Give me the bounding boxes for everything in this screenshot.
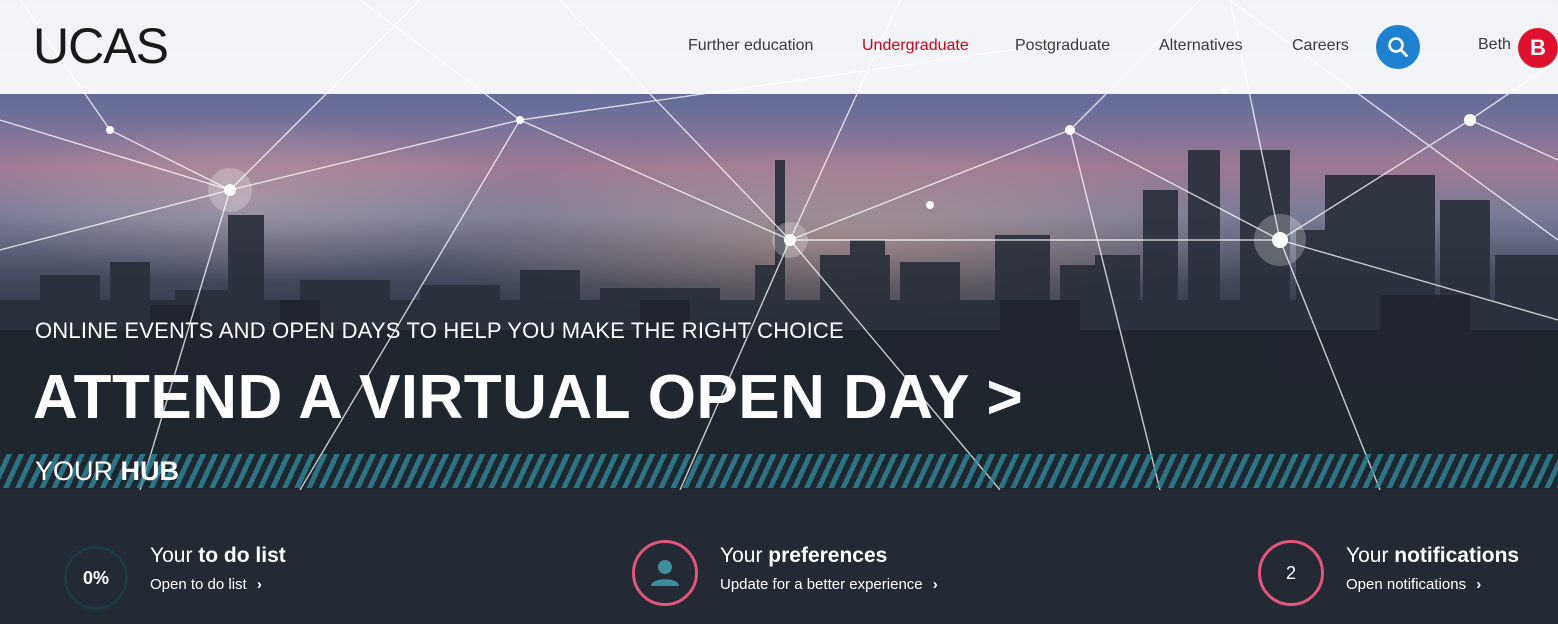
todo-link-label: Open to do list — [150, 576, 247, 593]
hero-cta-link[interactable]: ATTEND A VIRTUAL OPEN DAY > — [33, 362, 1023, 434]
preferences-title: Your preferences — [720, 544, 887, 568]
user-name[interactable]: Beth — [1478, 36, 1511, 54]
preferences-title-prefix: Your — [720, 544, 763, 567]
nav-further-education[interactable]: Further education — [688, 36, 813, 56]
chevron-right-icon: › — [256, 576, 262, 593]
hero-subtitle: ONLINE EVENTS AND OPEN DAYS TO HELP YOU … — [35, 318, 844, 343]
chevron-right-icon: › — [932, 576, 938, 593]
todo-progress-value: 0% — [82, 567, 109, 588]
hub-label-prefix: YOUR — [35, 456, 114, 486]
search-button[interactable] — [1376, 25, 1420, 69]
todo-title: Your to do list — [150, 544, 286, 568]
nav-postgraduate[interactable]: Postgraduate — [1015, 36, 1110, 56]
nav-careers[interactable]: Careers — [1292, 36, 1349, 56]
person-icon — [651, 560, 679, 586]
hub-item-notifications[interactable]: 2 Your notifications Open notifications … — [1240, 490, 1558, 624]
preferences-circle — [632, 540, 698, 606]
main-nav: Further education Undergraduate Postgrad… — [0, 0, 1558, 94]
chevron-right-icon: › — [1476, 576, 1482, 593]
nav-undergraduate[interactable]: Undergraduate — [862, 36, 969, 56]
site-header: UCAS Further education Undergraduate Pos… — [0, 0, 1558, 94]
todo-link[interactable]: Open to do list › — [150, 576, 262, 593]
notifications-count-circle: 2 — [1258, 540, 1324, 606]
todo-title-prefix: Your — [150, 544, 193, 567]
hub-item-todo[interactable]: 0% Your to do list Open to do list › — [0, 490, 420, 624]
user-avatar[interactable]: B — [1518, 28, 1558, 68]
notifications-title-bold: notifications — [1394, 544, 1520, 567]
todo-progress-ring: 0% — [64, 546, 128, 610]
notifications-title: Your notifications — [1346, 544, 1519, 568]
hub-bar: 0% Your to do list Open to do list › You… — [0, 490, 1558, 624]
preferences-link-label: Update for a better experience — [720, 576, 923, 593]
preferences-link[interactable]: Update for a better experience › — [720, 576, 938, 593]
todo-title-bold: to do list — [198, 544, 286, 567]
nav-alternatives[interactable]: Alternatives — [1159, 36, 1243, 56]
notifications-count: 2 — [1285, 562, 1296, 583]
notifications-title-prefix: Your — [1346, 544, 1389, 567]
hub-item-preferences[interactable]: Your preferences Update for a better exp… — [600, 490, 1020, 624]
hub-label-bold: HUB — [120, 456, 180, 486]
your-hub-heading: YOUR HUB — [35, 456, 189, 487]
notifications-link[interactable]: Open notifications › — [1346, 576, 1481, 593]
preferences-title-bold: preferences — [768, 544, 888, 567]
search-icon — [1388, 37, 1408, 57]
notifications-link-label: Open notifications — [1346, 576, 1467, 593]
decorative-stripes — [0, 454, 1558, 488]
